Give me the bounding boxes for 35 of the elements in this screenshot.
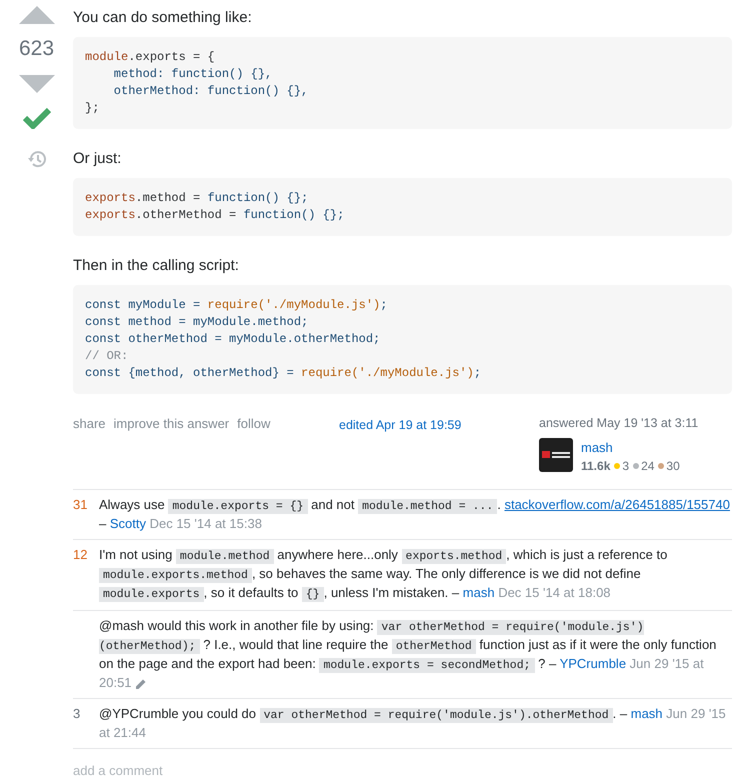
comment-author[interactable]: mash	[462, 585, 495, 600]
comment-link[interactable]: stackoverflow.com/a/26451885/155740	[504, 497, 730, 512]
checkmark-icon[interactable]	[22, 107, 50, 129]
paragraph: Then in the calling script:	[73, 256, 240, 276]
vote-count: 623	[18, 38, 54, 59]
badge-count: 24	[641, 458, 654, 476]
comment-score: 12	[73, 547, 88, 562]
comment-text: Always use module.exports = {} and not module.method = ... . stackoverflow.com/a/26451885/155740 – Scotty Dec 15 '14 at 15:38	[99, 496, 731, 532]
downvote-button[interactable]	[18, 75, 54, 93]
post-menu-link[interactable]: improve this answer	[114, 414, 230, 434]
code-block: const myModule = require('./myModule.js'); const method = myModule.method; const otherMethod = myModule.otherMethod; // OR: const {method, otherMethod} = require('./myModule.js');	[73, 285, 732, 394]
paragraph: Or just:	[73, 149, 122, 169]
comment-score: 31	[73, 497, 88, 512]
answered-date: answered May 19 '13 at 3:11	[539, 415, 698, 432]
comment-text: @YPCrumble you could do var otherMethod = require('module.js').otherMethod . – mash Jun 29 '15 at 21:44	[99, 705, 727, 742]
comment-author[interactable]: Scotty	[110, 516, 146, 532]
badge-count: 30	[666, 458, 680, 476]
reputation: 11.6k	[581, 458, 610, 476]
avatar-icon[interactable]	[539, 438, 573, 472]
upvote-button[interactable]	[18, 6, 54, 24]
comment-text: @mash would this work in another file by using: var otherMethod = require('module.js')(otherMethod); ? I.e., would that line require the otherMethod function just as if it were the only function on the page and the export had been: module.exports = secondMethod; ? – YPCrumble Jun 29 '15 at 20:51	[99, 617, 718, 692]
badge-count: 3	[622, 458, 630, 476]
post-menu-link[interactable]: follow	[237, 414, 270, 434]
code-block: module.exports = { method: function() {}, otherMethod: function() {}, };	[73, 37, 732, 129]
user-name[interactable]: mash	[581, 438, 680, 458]
code-block: exports.method = function() {}; exports.otherMethod = function() {};	[73, 178, 732, 236]
comment-score: 3	[73, 706, 80, 722]
post-menu-link[interactable]: share	[73, 414, 106, 434]
paragraph: You can do something like:	[73, 8, 253, 28]
edited-link[interactable]: edited Apr 19 at 19:59	[339, 416, 539, 435]
history-icon[interactable]	[26, 149, 46, 169]
comment-author[interactable]: YPCrumble	[560, 656, 626, 672]
comment-author[interactable]: mash	[630, 706, 663, 722]
pencil-icon[interactable]	[135, 678, 148, 690]
comment-text: I'm not using module.method anywhere here...only exports.method , which is just a reference to module.exports.method , so behaves the same way. The only difference is we did not define module.exports , so it defaults to {} , unless I'm mistaken. – mash Dec 15 '14 at 18:08	[99, 546, 668, 604]
